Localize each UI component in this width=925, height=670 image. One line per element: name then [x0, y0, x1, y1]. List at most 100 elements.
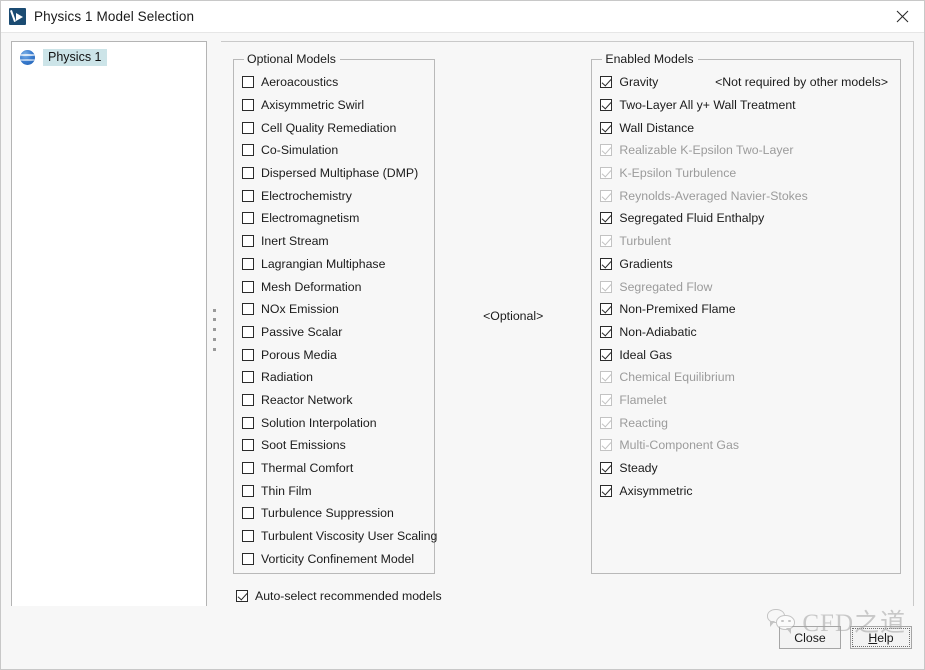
optional-model-16-checkbox[interactable]: [242, 439, 254, 452]
optional-model-13-row[interactable]: Radiation: [242, 366, 426, 389]
enabled-model-2-checkbox[interactable]: [600, 121, 613, 134]
enabled-model-4-label: K-Epsilon Turbulence: [619, 166, 737, 181]
enabled-model-8-label: Gradients: [619, 256, 673, 271]
enabled-model-10-row[interactable]: Non-Premixed Flame: [600, 298, 892, 321]
optional-models-group: Optional Models Aeroacoustics Axisymmetri…: [233, 52, 437, 574]
optional-model-10-checkbox[interactable]: [242, 303, 254, 316]
enabled-model-13-label: Chemical Equilibrium: [619, 370, 735, 385]
optional-model-17-checkbox[interactable]: [242, 462, 254, 475]
optional-model-21-checkbox[interactable]: [242, 552, 254, 565]
enabled-model-10-checkbox[interactable]: [600, 303, 613, 316]
optional-model-8-checkbox[interactable]: [242, 257, 254, 270]
optional-model-2-checkbox[interactable]: [242, 121, 254, 134]
enabled-model-17-row[interactable]: Steady: [600, 457, 892, 480]
optional-model-15-checkbox[interactable]: [242, 416, 254, 429]
optional-model-8-row[interactable]: Lagrangian Multiphase: [242, 253, 426, 276]
optional-model-7-row[interactable]: Inert Stream: [242, 230, 426, 253]
enabled-model-6-label: Segregated Fluid Enthalpy: [619, 211, 765, 226]
tree-item-label: Physics 1: [43, 49, 107, 66]
optional-model-9-row[interactable]: Mesh Deformation: [242, 275, 426, 298]
optional-note-label: <Optional>: [483, 309, 544, 323]
close-icon: [896, 10, 908, 23]
close-button[interactable]: Close: [779, 626, 841, 649]
tree-item-physics-1[interactable]: Physics 1: [12, 48, 206, 67]
enabled-model-12-label: Ideal Gas: [619, 347, 673, 362]
optional-model-2-row[interactable]: Cell Quality Remediation: [242, 116, 426, 139]
enabled-model-12-checkbox[interactable]: [600, 348, 613, 361]
optional-model-17-row[interactable]: Thermal Comfort: [242, 457, 426, 480]
optional-model-12-label: Porous Media: [261, 347, 337, 362]
physics-model-selection-dialog: Physics 1 Model Selection Physics 1 Opti…: [0, 0, 925, 670]
physics-tree-panel[interactable]: Physics 1: [11, 41, 207, 618]
optional-model-3-checkbox[interactable]: [242, 144, 254, 157]
dialog-footer: CFD之道 Close Help: [1, 606, 924, 669]
help-button[interactable]: Help: [850, 626, 912, 649]
auto-select-checkbox-box[interactable]: [236, 590, 248, 602]
enabled-model-6-checkbox[interactable]: [600, 212, 613, 225]
optional-models-list: Aeroacoustics Axisymmetric Swirl Cell Qual…: [242, 71, 437, 570]
optional-model-11-row[interactable]: Passive Scalar: [242, 321, 426, 344]
enabled-model-13-row: Chemical Equilibrium: [600, 366, 892, 389]
optional-model-10-row[interactable]: NOx Emission: [242, 298, 426, 321]
optional-model-5-checkbox[interactable]: [242, 189, 254, 202]
enabled-model-16-label: Multi-Component Gas: [619, 438, 739, 453]
optional-model-15-row[interactable]: Solution Interpolation: [242, 411, 426, 434]
enabled-model-8-row[interactable]: Gradients: [600, 253, 892, 276]
optional-model-20-checkbox[interactable]: [242, 530, 254, 543]
close-window-button[interactable]: [880, 1, 924, 33]
optional-model-17-label: Thermal Comfort: [261, 461, 354, 476]
enabled-model-8-checkbox[interactable]: [600, 257, 613, 270]
enabled-model-13-checkbox: [600, 371, 613, 384]
optional-model-1-row[interactable]: Axisymmetric Swirl: [242, 94, 426, 117]
optional-model-20-row[interactable]: Turbulent Viscosity User Scaling: [242, 525, 437, 548]
enabled-model-0-checkbox[interactable]: [600, 76, 613, 89]
optional-model-18-checkbox[interactable]: [242, 484, 254, 497]
enabled-model-17-checkbox[interactable]: [600, 462, 613, 475]
optional-model-14-checkbox[interactable]: [242, 393, 254, 406]
optional-model-1-checkbox[interactable]: [242, 99, 254, 112]
optional-models-legend: Optional Models: [247, 52, 336, 66]
enabled-model-9-checkbox: [600, 280, 613, 293]
optional-model-7-checkbox[interactable]: [242, 235, 254, 248]
enabled-model-11-label: Non-Adiabatic: [619, 324, 697, 339]
optional-model-19-checkbox[interactable]: [242, 507, 254, 520]
optional-model-2-label: Cell Quality Remediation: [261, 120, 397, 135]
optional-model-6-checkbox[interactable]: [242, 212, 254, 225]
optional-model-0-row[interactable]: Aeroacoustics: [242, 71, 426, 94]
enabled-model-6-row[interactable]: Segregated Fluid Enthalpy: [600, 207, 892, 230]
optional-model-12-checkbox[interactable]: [242, 348, 254, 361]
enabled-model-7-checkbox: [600, 235, 613, 248]
optional-model-16-row[interactable]: Soot Emissions: [242, 434, 426, 457]
optional-model-9-checkbox[interactable]: [242, 280, 254, 293]
optional-model-11-checkbox[interactable]: [242, 325, 254, 338]
optional-model-21-row[interactable]: Vorticity Confinement Model: [242, 547, 426, 570]
optional-model-19-row[interactable]: Turbulence Suppression: [242, 502, 426, 525]
optional-model-10-label: NOx Emission: [261, 302, 339, 317]
title-bar: Physics 1 Model Selection: [1, 1, 924, 33]
enabled-model-12-row[interactable]: Ideal Gas: [600, 343, 892, 366]
panel-splitter[interactable]: [207, 41, 221, 618]
optional-model-4-checkbox[interactable]: [242, 167, 254, 180]
enabled-model-18-row[interactable]: Axisymmetric: [600, 479, 892, 502]
enabled-model-18-checkbox[interactable]: [600, 484, 613, 497]
enabled-model-14-row: Flamelet: [600, 389, 892, 412]
optional-model-4-row[interactable]: Dispersed Multiphase (DMP): [242, 162, 426, 185]
enabled-model-0-row[interactable]: Gravity <Not required by other models>: [600, 71, 892, 94]
enabled-model-11-row[interactable]: Non-Adiabatic: [600, 321, 892, 344]
enabled-model-2-row[interactable]: Wall Distance: [600, 116, 892, 139]
optional-model-15-label: Solution Interpolation: [261, 415, 377, 430]
optional-model-3-row[interactable]: Co-Simulation: [242, 139, 426, 162]
optional-model-6-row[interactable]: Electromagnetism: [242, 207, 426, 230]
enabled-model-1-checkbox[interactable]: [600, 99, 613, 112]
close-button-label: Close: [794, 630, 826, 645]
enabled-model-1-row[interactable]: Two-Layer All y+ Wall Treatment: [600, 94, 892, 117]
enabled-model-0-note: <Not required by other models>: [715, 75, 888, 90]
optional-model-12-row[interactable]: Porous Media: [242, 343, 426, 366]
optional-model-0-checkbox[interactable]: [242, 76, 254, 89]
optional-model-5-row[interactable]: Electrochemistry: [242, 184, 426, 207]
optional-model-14-row[interactable]: Reactor Network: [242, 389, 426, 412]
optional-model-19-label: Turbulence Suppression: [261, 506, 394, 521]
optional-model-13-checkbox[interactable]: [242, 371, 254, 384]
optional-model-18-row[interactable]: Thin Film: [242, 479, 426, 502]
enabled-model-11-checkbox[interactable]: [600, 325, 613, 338]
